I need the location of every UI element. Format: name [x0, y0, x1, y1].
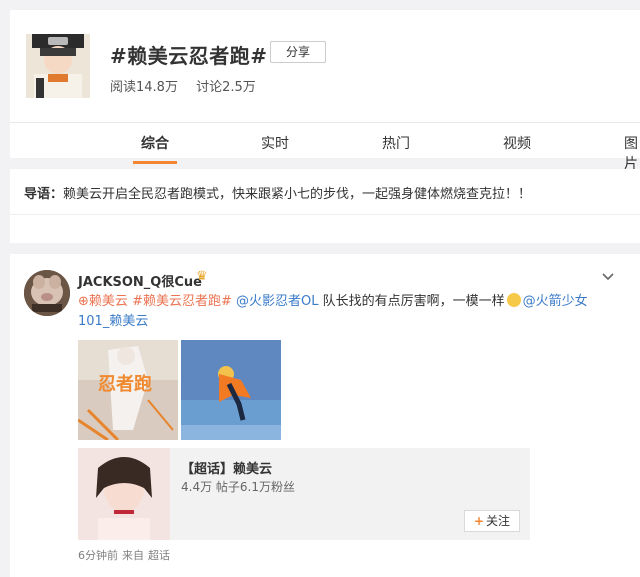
post-image-1[interactable]: 忍者跑 — [78, 340, 178, 440]
intro-label: 导语： — [24, 187, 64, 202]
avatar[interactable] — [24, 270, 70, 316]
vip-crown-icon: ♛ — [196, 269, 208, 284]
tab-general[interactable]: 综合 — [133, 133, 177, 164]
super-topic-title[interactable]: 【超话】赖美云 — [181, 458, 272, 477]
super-topic-link[interactable]: ⊕赖美云 — [78, 294, 128, 309]
tab-video[interactable]: 视频 — [503, 133, 531, 153]
post-image-2[interactable] — [181, 340, 281, 440]
image-overlay-text: 忍者跑 — [98, 373, 152, 395]
super-topic-card[interactable]: 【超话】赖美云 4.4万 帖子6.1万粉丝 + 关注 — [78, 448, 530, 540]
topic-header: #赖美云忍者跑# 分享 阅读14.8万 讨论2.5万 综合 实时 热门 视频 图… — [10, 10, 640, 172]
source-prefix: 来自 — [122, 549, 144, 562]
weibo-post: JACKSON_Q很Cue ♛ ⊕赖美云 #赖美云忍者跑# @火影忍者OL 队长… — [10, 254, 640, 577]
plus-icon: + — [473, 514, 485, 528]
tab-pictures[interactable]: 图片 — [624, 133, 640, 173]
topic-title: #赖美云忍者跑# — [110, 44, 268, 68]
topic-cover-image[interactable] — [26, 34, 90, 98]
post-text: 队长找的有点厉害啊，一模一样 — [318, 294, 505, 309]
topic-stats: 阅读14.8万 讨论2.5万 — [110, 76, 270, 95]
intro-body: 赖美云开启全民忍者跑模式，快来跟紧小七的步伐，一起强身健体燃烧查克拉！！ — [63, 187, 532, 202]
topic-intro: 导语：赖美云开启全民忍者跑模式，快来跟紧小七的步伐，一起强身健体燃烧查克拉！！ — [10, 169, 640, 243]
smile-emoji-icon — [506, 293, 521, 307]
topic-tabs: 综合 实时 热门 视频 图片 — [10, 122, 640, 172]
post-source[interactable]: 超话 — [148, 549, 170, 562]
mention-link[interactable]: @火影忍者OL — [236, 294, 318, 309]
hashtag-link[interactable]: #赖美云忍者跑# — [132, 294, 232, 309]
share-button[interactable]: 分享 — [270, 41, 326, 63]
post-meta: 6分钟前 来自 超话 — [78, 547, 174, 563]
discussion-count: 讨论2.5万 — [196, 80, 256, 95]
post-username[interactable]: JACKSON_Q很Cue — [78, 271, 202, 290]
post-content: ⊕赖美云 #赖美云忍者跑# @火影忍者OL 队长找的有点厉害啊，一模一样 @火箭少… — [78, 292, 608, 332]
follow-label: 关注 — [486, 514, 511, 528]
divider — [10, 214, 640, 215]
read-count: 阅读14.8万 — [110, 80, 178, 95]
super-topic-stats: 4.4万 帖子6.1万粉丝 — [181, 480, 295, 494]
intro-text: 导语：赖美云开启全民忍者跑模式，快来跟紧小七的步伐，一起强身健体燃烧查克拉！！ — [24, 183, 531, 202]
chevron-down-icon[interactable] — [600, 268, 616, 284]
post-time[interactable]: 6分钟前 — [78, 549, 118, 562]
tab-hot[interactable]: 热门 — [382, 133, 410, 153]
follow-button[interactable]: + 关注 — [464, 510, 520, 532]
super-topic-image — [78, 448, 170, 540]
tab-realtime[interactable]: 实时 — [261, 133, 289, 153]
